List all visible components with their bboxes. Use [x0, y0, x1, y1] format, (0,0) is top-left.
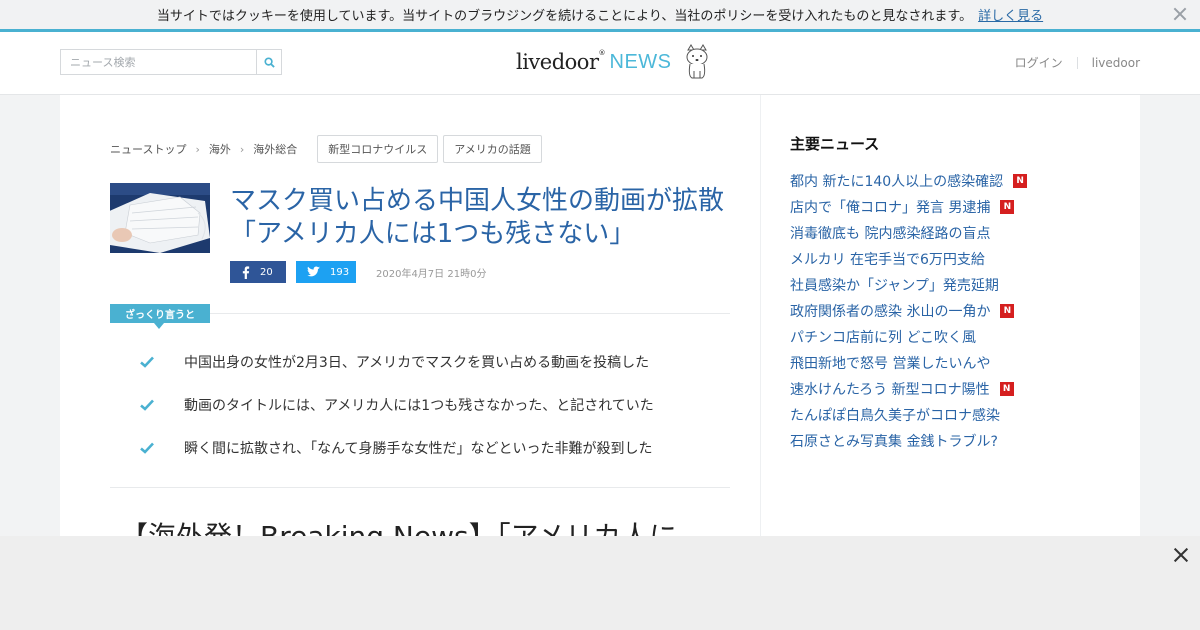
- breadcrumb-item-overseas-general[interactable]: 海外総合: [253, 141, 297, 157]
- news-item-title: 店内で「俺コロナ」発言 男逮捕: [790, 200, 991, 216]
- publish-date: 2020年4月7日 21時0分: [376, 268, 487, 280]
- login-link[interactable]: ログイン: [1015, 54, 1063, 71]
- main-news-list: 都内 新たに140人以上の感染確認 N 店内で「俺コロナ」発言 男逮捕 N 消毒徹底も …: [790, 168, 1090, 454]
- logo-news-text: NEWS: [609, 50, 672, 73]
- share-row: 20 193 2020年4月7日 21時0分: [230, 261, 486, 283]
- news-item-title: 石原さとみ写真集 金銭トラブル?: [790, 434, 998, 450]
- facebook-share-button[interactable]: 20: [230, 261, 286, 283]
- site-header: livedoor ® NEWS ログイン livedoor: [0, 32, 1200, 95]
- check-icon: [140, 356, 154, 368]
- facebook-share-count: 20: [260, 266, 273, 278]
- news-list-item[interactable]: 速水けんたろう 新型コロナ陽性 N: [790, 376, 1090, 402]
- search-icon: [263, 56, 275, 68]
- header-links: ログイン livedoor: [1015, 54, 1140, 71]
- twitter-share-button[interactable]: 193: [296, 261, 356, 283]
- summary-text: 動画のタイトルには、アメリカ人には1つも残さなかった、と記されていた: [184, 398, 654, 414]
- twitter-icon: [307, 266, 320, 277]
- livedoor-link[interactable]: livedoor: [1092, 56, 1140, 70]
- masks-image: [110, 183, 210, 253]
- news-list-item[interactable]: 社員感染か「ジャンプ」発売延期: [790, 272, 1090, 298]
- news-item-title: 消毒徹底も 院内感染経路の盲点: [790, 226, 991, 242]
- news-item-title: 社員感染か「ジャンプ」発売延期: [790, 278, 999, 294]
- new-badge: N: [1000, 304, 1015, 318]
- new-badge: N: [999, 382, 1014, 396]
- search-input[interactable]: [61, 50, 256, 74]
- twitter-share-count: 193: [330, 266, 350, 278]
- logo-livedoor-text: livedoor: [516, 50, 599, 74]
- news-item-title: 飛田新地で怒号 営業したいんや: [790, 356, 991, 372]
- news-item-title: 政府関係者の感染 氷山の一角か: [790, 304, 991, 320]
- news-list-item[interactable]: 消毒徹底も 院内感染経路の盲点: [790, 220, 1090, 246]
- article-column: ニューストップ › 海外 › 海外総合 新型コロナウイルス アメリカの話題 マス…: [60, 95, 761, 553]
- facebook-icon: [242, 265, 250, 279]
- news-item-title: メルカリ 在宅手当で6万円支給: [790, 252, 985, 268]
- breadcrumb-chevron-icon: ›: [239, 142, 245, 156]
- check-icon: [140, 399, 154, 411]
- summary-item: 中国出身の女性が2月3日、アメリカでマスクを買い占める動画を投稿した: [140, 352, 649, 372]
- cookie-consent-text: 当サイトではクッキーを使用しています。当サイトのブラウジングを続けることにより、…: [156, 9, 973, 24]
- summary-item: 瞬く間に拡散され、「なんて身勝手な女性だ」などといった非難が殺到した: [140, 438, 652, 458]
- news-list-item[interactable]: 石原さとみ写真集 金銭トラブル?: [790, 428, 1090, 454]
- article-headline: マスク買い占める中国人女性の動画が拡散「アメリカ人には1つも残さない」: [230, 186, 725, 249]
- summary-text: 中国出身の女性が2月3日、アメリカでマスクを買い占める動画を投稿した: [184, 355, 650, 371]
- content-area: ニューストップ › 海外 › 海外総合 新型コロナウイルス アメリカの話題 マス…: [60, 95, 1140, 553]
- search-box: [60, 49, 282, 75]
- summary-item: 動画のタイトルには、アメリカ人には1つも残さなかった、と記されていた: [140, 395, 654, 415]
- bottom-ad-bar: [0, 536, 1200, 630]
- news-list-item[interactable]: 政府関係者の感染 氷山の一角か N: [790, 298, 1090, 324]
- header-link-divider: [1076, 56, 1078, 69]
- news-list-item[interactable]: 飛田新地で怒号 営業したいんや: [790, 350, 1090, 376]
- cookie-more-link[interactable]: 詳しく見る: [978, 5, 1043, 24]
- tag-america[interactable]: アメリカの話題: [443, 135, 542, 163]
- news-list-item[interactable]: 都内 新たに140人以上の感染確認 N: [790, 168, 1090, 194]
- news-list-item[interactable]: メルカリ 在宅手当で6万円支給: [790, 246, 1090, 272]
- news-item-title: 速水けんたろう 新型コロナ陽性: [790, 382, 990, 398]
- news-item-title: パチンコ店前に列 どこ吹く風: [790, 330, 977, 346]
- tag-covid[interactable]: 新型コロナウイルス: [317, 135, 439, 163]
- article-thumbnail[interactable]: [110, 183, 210, 253]
- site-logo[interactable]: livedoor ® NEWS: [516, 42, 712, 82]
- sidebar: 主要ニュース 都内 新たに140人以上の感染確認 N 店内で「俺コロナ」発言 男逮捕…: [790, 133, 1090, 454]
- search-button[interactable]: [256, 50, 281, 74]
- breadcrumb-chevron-icon: ›: [195, 142, 200, 156]
- sidebar-title: 主要ニュース: [790, 135, 880, 153]
- new-badge: N: [1013, 174, 1028, 188]
- summary-text: 瞬く間に拡散され、「なんて身勝手な女性だ」などといった非難が殺到した: [184, 441, 653, 457]
- logo-registered-mark: ®: [598, 49, 606, 57]
- news-list-item[interactable]: たんぽぽ白鳥久美子がコロナ感染: [790, 402, 1090, 428]
- news-item-title: 都内 新たに140人以上の感染確認: [790, 174, 1004, 190]
- breadcrumb-item-news-top[interactable]: ニューストップ: [110, 141, 186, 157]
- cookie-consent-bar: 当サイトではクッキーを使用しています。当サイトのブラウジングを続けることにより、…: [0, 0, 1200, 32]
- news-item-title: たんぽぽ白鳥久美子がコロナ感染: [790, 408, 1000, 424]
- news-list-item[interactable]: 店内で「俺コロナ」発言 男逮捕 N: [790, 194, 1090, 220]
- ad-close-icon[interactable]: [1172, 546, 1190, 564]
- breadcrumb: ニューストップ › 海外 › 海外総合 新型コロナウイルス アメリカの話題: [110, 135, 542, 163]
- cookie-close-icon[interactable]: [1172, 6, 1188, 22]
- summary-label: ざっくり言うと: [110, 304, 210, 329]
- breadcrumb-item-overseas[interactable]: 海外: [209, 141, 231, 157]
- check-icon: [140, 442, 154, 454]
- news-list-item[interactable]: パチンコ店前に列 どこ吹く風: [790, 324, 1090, 350]
- article-divider: [110, 487, 730, 488]
- new-badge: N: [1000, 200, 1015, 214]
- dog-mascot-icon: [686, 44, 707, 79]
